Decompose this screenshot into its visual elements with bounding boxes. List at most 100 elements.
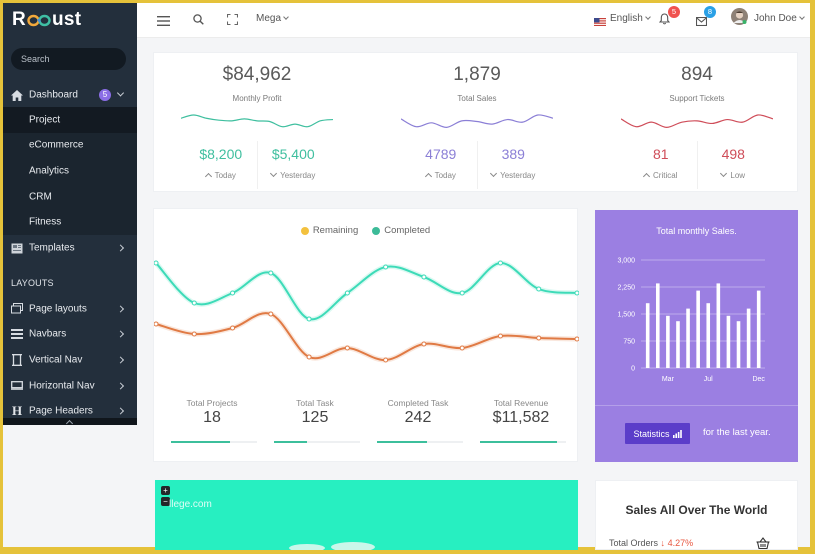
chevron-up-icon (642, 172, 651, 181)
sidebar-item-horizontal-nav[interactable]: Horizontal Nav (3, 373, 137, 399)
us-flag-icon (594, 13, 606, 31)
sidebar-item-label: Dashboard (29, 89, 78, 101)
notifications-badge: 5 (668, 6, 680, 18)
stat-sub-label-text: Critical (653, 171, 678, 180)
stat-value: 1,879 (453, 64, 501, 85)
monthly-sales-card: Total monthly Sales. 0 750 1,500 2,250 3,000… (595, 210, 798, 462)
stat-sub-label-text: Today (434, 171, 456, 180)
sidebar-subitem-analytics[interactable]: Analytics (3, 158, 137, 184)
chart-legend: Remaining Completed (154, 225, 577, 236)
stat-sub-today: 4789 Today (405, 141, 477, 189)
x-tick-label: Jul (704, 376, 713, 383)
chevron-down-icon (490, 169, 498, 178)
home-icon (11, 89, 23, 101)
sidebar-search-input[interactable] (11, 48, 126, 70)
page-layouts-icon (11, 303, 23, 315)
sparkline (621, 114, 773, 128)
total-orders: Total Orders ↓ 4.27% (609, 538, 693, 548)
stat-sub-label: Yesterday (478, 169, 550, 180)
sidebar-item-templates[interactable]: Templates (3, 235, 137, 261)
y-tick-label: 0 (631, 366, 635, 373)
data-point (268, 311, 274, 317)
progress-bar (479, 441, 557, 443)
chevron-right-icon (116, 330, 125, 338)
chevron-down-icon (644, 14, 651, 20)
stat-sub-value: 4789 (425, 146, 457, 162)
user-avatar[interactable] (731, 8, 748, 30)
monthly-sales-footer-text: for the last year. (703, 427, 771, 438)
language-dropdown[interactable]: English (610, 13, 651, 25)
shopping-basket-icon (756, 536, 770, 554)
project-line-chart (154, 260, 579, 363)
data-point (536, 286, 542, 292)
y-tick-label: 3,000 (617, 258, 635, 265)
dashboard-submenu: Project eCommerce Analytics CRM Fitness (3, 107, 137, 235)
legend-dot (372, 226, 381, 235)
progress-track (376, 441, 463, 443)
statistics-button-label: Statistics (633, 428, 670, 439)
stats-summary-card: $84,962 Monthly Profit $8,200 Today $5,4… (153, 52, 798, 192)
world-map-card[interactable]: + − llege.com (155, 480, 578, 550)
sidebar-subitem-project[interactable]: Project (3, 107, 137, 133)
search-icon[interactable] (193, 12, 204, 30)
page-headers-icon: H (11, 403, 23, 419)
map-zoom-in-button[interactable]: + (161, 486, 170, 495)
sidebar-item-label: Page layouts (29, 303, 87, 315)
sidebar-item-vertical-nav[interactable]: Vertical Nav (3, 347, 137, 373)
bar-aug (716, 283, 721, 368)
hamburger-menu-icon[interactable] (157, 13, 170, 31)
data-point (459, 345, 465, 351)
chevron-down-icon (720, 169, 728, 178)
mega-menu-dropdown[interactable]: Mega (256, 13, 289, 25)
legend-item-completed[interactable]: Completed (372, 225, 430, 236)
sparkline (181, 114, 333, 128)
data-point (497, 260, 503, 266)
top-header: Mega English 5 8 John Doe (137, 3, 810, 38)
stat-value: 894 (681, 64, 713, 85)
progress-track (170, 441, 257, 443)
sidebar-item-navbars[interactable]: Navbars (3, 322, 137, 348)
navbars-icon (11, 328, 23, 340)
sidebar-item-dashboard[interactable]: Dashboard 5 (3, 84, 137, 106)
progress-bar (170, 441, 230, 443)
sidebar-subitem-crm[interactable]: CRM (3, 184, 137, 210)
project-stat-value: 18 (203, 409, 221, 426)
data-point (230, 325, 236, 331)
stat-sub-label: Today (185, 171, 257, 181)
sidebar-item-page-layouts[interactable]: Page layouts (3, 296, 137, 322)
legend-item-remaining[interactable]: Remaining (300, 225, 358, 236)
statistics-button[interactable]: Statistics (625, 423, 690, 444)
series-glow-completed (154, 260, 578, 322)
sidebar-subitem-ecommerce[interactable]: eCommerce (3, 133, 137, 159)
sidebar-subitem-label: eCommerce (29, 139, 84, 151)
bar-sep (726, 315, 731, 368)
chevron-up-icon (424, 172, 432, 181)
logo[interactable]: R ust (12, 6, 81, 34)
project-stat-label: Total Projects (186, 398, 238, 408)
stat-sub-value: $8,200 (199, 146, 243, 162)
sidebar-scroll-up[interactable] (3, 418, 137, 425)
data-point (383, 264, 389, 270)
logo-suffix: ust (52, 9, 82, 30)
data-point (344, 290, 350, 296)
data-point (154, 321, 159, 327)
data-point (574, 336, 579, 342)
map-landmass-shape (289, 542, 375, 550)
sidebar-subitem-label: Project (29, 114, 61, 126)
sidebar-subitem-fitness[interactable]: Fitness (3, 209, 137, 235)
project-stat-total-projects: Total Projects 18 (161, 389, 264, 459)
data-point (383, 357, 389, 363)
stat-sub-value: 498 (721, 146, 745, 162)
bar-mar (666, 315, 670, 368)
fullscreen-icon[interactable] (226, 12, 239, 30)
sidebar-item-label: Horizontal Nav (29, 380, 95, 392)
data-point (306, 316, 312, 322)
chevron-up-icon (204, 172, 212, 181)
stat-sub-values: 81 Critical 498 Low (625, 141, 769, 189)
bar-jul (706, 303, 711, 368)
user-menu-dropdown[interactable]: John Doe (754, 13, 805, 25)
chevron-down-icon (798, 14, 805, 20)
bar-feb (655, 283, 660, 368)
sidebar-item-label: Page Headers (29, 405, 93, 417)
stat-sub-value: $5,400 (271, 146, 315, 162)
